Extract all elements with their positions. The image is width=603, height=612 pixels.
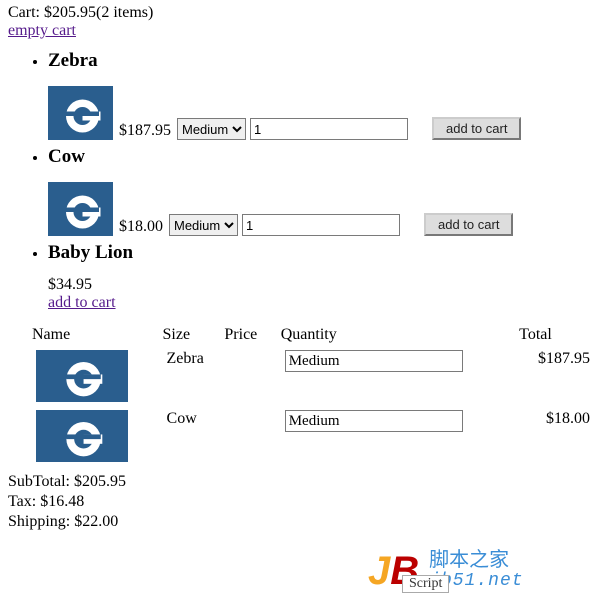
cart-item-name: Cow bbox=[161, 408, 223, 468]
subtotal-value: $205.95 bbox=[74, 473, 126, 490]
watermark-script-label: Script bbox=[402, 575, 449, 593]
cart-header: Cart: $205.95(2 items) bbox=[8, 4, 603, 22]
cart-header-row: Name Size Price Quantity Total bbox=[30, 324, 590, 348]
add-to-cart-link[interactable]: add to cart bbox=[48, 294, 116, 311]
product-image-icon bbox=[48, 182, 113, 236]
cart-label: Cart: bbox=[8, 4, 44, 21]
cart-total: $205.95 bbox=[44, 4, 96, 21]
add-to-cart-button[interactable]: add to cart bbox=[432, 117, 521, 140]
col-quantity: Quantity bbox=[279, 324, 517, 348]
tax-value: $16.48 bbox=[40, 493, 84, 510]
cart-count: (2 items) bbox=[96, 4, 153, 21]
product-price: $18.00 bbox=[119, 218, 163, 236]
col-total: Total bbox=[517, 324, 590, 348]
cart-item-name: Zebra bbox=[161, 348, 223, 408]
shipping-value: $22.00 bbox=[74, 513, 118, 530]
cart-table: Name Size Price Quantity Total Zebra $18… bbox=[30, 324, 590, 468]
quantity-input[interactable] bbox=[250, 118, 408, 140]
watermark-cn: 脚本之家 bbox=[429, 550, 523, 571]
col-name: Name bbox=[30, 324, 161, 348]
col-size: Size bbox=[161, 324, 223, 348]
cart-item-total: $187.95 bbox=[517, 348, 590, 408]
product-title: Cow bbox=[48, 146, 85, 167]
cart-size-input[interactable] bbox=[285, 410, 463, 432]
watermark-url: jb51.net bbox=[429, 571, 523, 591]
product-image-icon bbox=[48, 86, 113, 140]
col-price: Price bbox=[222, 324, 278, 348]
product-price: $34.95 bbox=[48, 276, 603, 294]
product-price: $187.95 bbox=[119, 122, 171, 140]
tax-label: Tax: bbox=[8, 493, 40, 510]
product-image-icon bbox=[36, 350, 128, 402]
quantity-input[interactable] bbox=[242, 214, 400, 236]
product-item-baby-lion: Baby Lion $34.95 add to cart bbox=[48, 242, 603, 312]
product-image-icon bbox=[36, 410, 128, 462]
table-row: Cow $18.00 bbox=[30, 408, 590, 468]
cart-size-input[interactable] bbox=[285, 350, 463, 372]
product-list: Zebra $187.95 Medium add to cart Cow $18… bbox=[8, 50, 603, 312]
cart-item-total: $18.00 bbox=[517, 408, 590, 468]
empty-cart-link[interactable]: empty cart bbox=[8, 22, 76, 39]
size-select[interactable]: Medium bbox=[169, 214, 238, 236]
subtotal-label: SubTotal: bbox=[8, 473, 74, 490]
product-title: Baby Lion bbox=[48, 242, 133, 263]
watermark: JB 脚本之家 jb51.net Script bbox=[368, 550, 524, 591]
product-item-zebra: Zebra $187.95 Medium add to cart bbox=[48, 50, 603, 140]
totals-block: SubTotal: $205.95 Tax: $16.48 Shipping: … bbox=[8, 472, 603, 532]
shipping-label: Shipping: bbox=[8, 513, 74, 530]
size-select[interactable]: Medium bbox=[177, 118, 246, 140]
watermark-logo-icon: JB bbox=[368, 551, 419, 591]
product-item-cow: Cow $18.00 Medium add to cart bbox=[48, 146, 603, 236]
product-title: Zebra bbox=[48, 50, 98, 71]
table-row: Zebra $187.95 bbox=[30, 348, 590, 408]
add-to-cart-button[interactable]: add to cart bbox=[424, 213, 513, 236]
